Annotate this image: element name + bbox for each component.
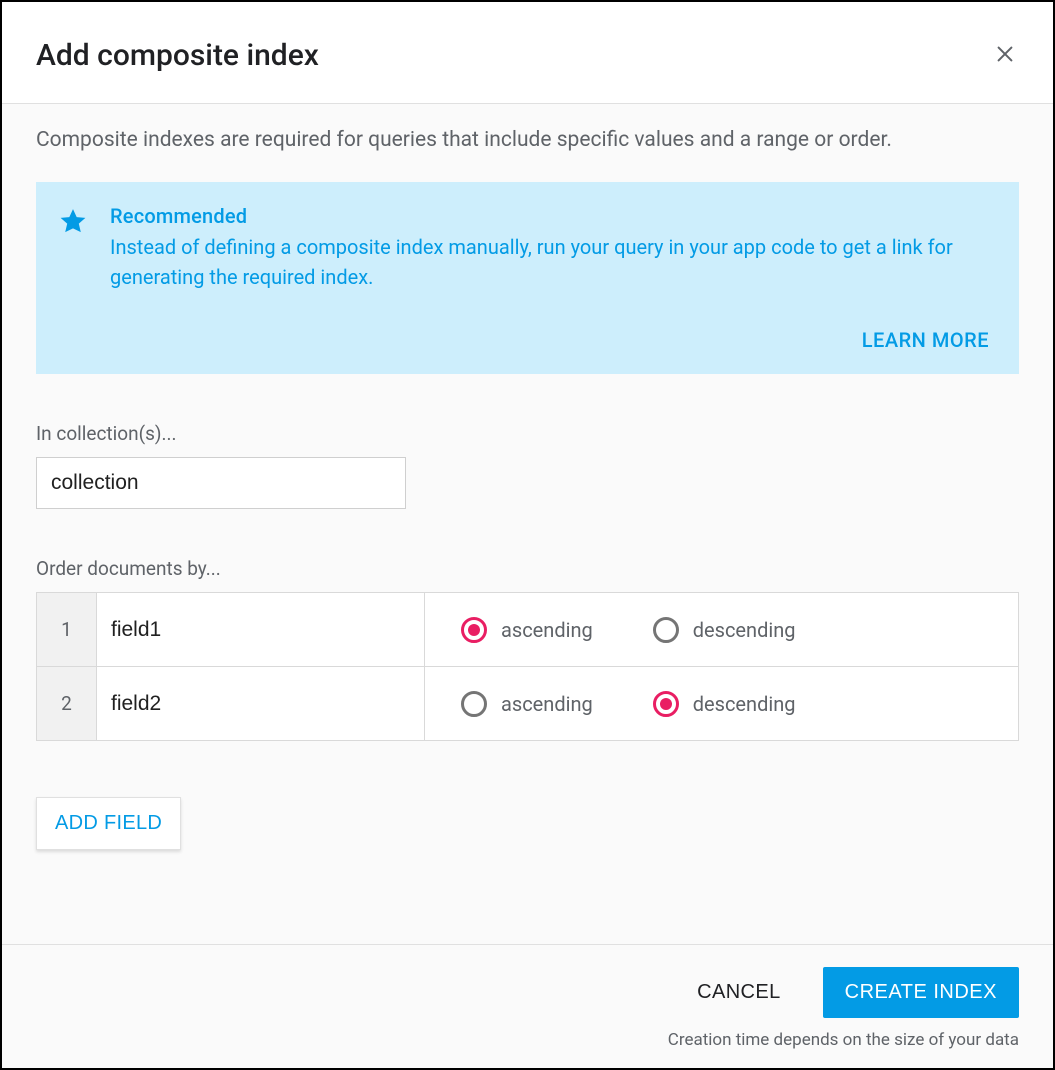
dialog-footer: CANCEL CREATE INDEX Creation time depend… <box>2 944 1053 1068</box>
info-body: Instead of defining a composite index ma… <box>110 232 989 292</box>
field-row: 1 ascending descending <box>37 593 1019 667</box>
radio-label: descending <box>693 618 796 642</box>
radio-ascending[interactable]: ascending <box>461 691 593 717</box>
field-row: 2 ascending descending <box>37 667 1019 741</box>
close-button[interactable] <box>991 42 1019 70</box>
radio-label: ascending <box>501 692 593 716</box>
description-text: Composite indexes are required for queri… <box>36 128 1019 152</box>
radio-label: descending <box>693 692 796 716</box>
radio-icon <box>461 691 487 717</box>
order-label: Order documents by... <box>36 557 1019 580</box>
radio-descending[interactable]: descending <box>653 617 796 643</box>
radio-icon <box>653 617 679 643</box>
info-title: Recommended <box>110 204 989 228</box>
radio-icon <box>461 617 487 643</box>
fields-table: 1 ascending descending <box>36 592 1019 741</box>
radio-descending[interactable]: descending <box>653 691 796 717</box>
learn-more-link[interactable]: LEARN MORE <box>862 328 989 352</box>
radio-label: ascending <box>501 618 593 642</box>
collection-input[interactable] <box>36 457 406 509</box>
radio-ascending[interactable]: ascending <box>461 617 593 643</box>
close-icon <box>994 43 1016 69</box>
dialog-header: Add composite index <box>2 2 1053 104</box>
field-row-number: 1 <box>37 593 97 667</box>
dialog-title: Add composite index <box>36 38 319 73</box>
field-row-number: 2 <box>37 667 97 741</box>
dialog-body: Composite indexes are required for queri… <box>2 104 1053 944</box>
collection-label: In collection(s)... <box>36 422 1019 445</box>
recommended-info-box: Recommended Instead of defining a compos… <box>36 182 1019 374</box>
star-icon <box>58 206 88 236</box>
footer-note: Creation time depends on the size of you… <box>36 1030 1019 1050</box>
create-index-button[interactable]: CREATE INDEX <box>823 967 1019 1018</box>
field-name-input[interactable] <box>111 667 410 740</box>
radio-icon <box>653 691 679 717</box>
add-field-button[interactable]: ADD FIELD <box>36 797 181 850</box>
cancel-button[interactable]: CANCEL <box>691 969 787 1016</box>
collection-section: In collection(s)... <box>36 422 1019 509</box>
order-section: Order documents by... 1 ascending <box>36 557 1019 850</box>
field-name-input[interactable] <box>111 593 410 666</box>
